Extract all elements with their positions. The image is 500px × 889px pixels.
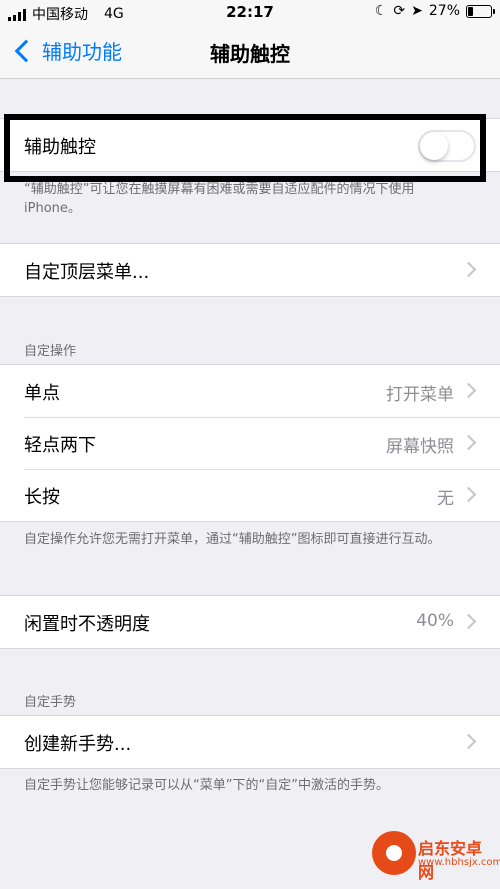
location-icon: ➤ [411,3,423,19]
custom-gestures-group: 创建新手势... [0,715,500,769]
chevron-right-icon [460,261,477,278]
long-press-value: 无 [437,489,454,509]
double-tap-row[interactable]: 轻点两下 屏幕快照 [0,417,500,469]
custom-actions-footer: 自定操作允许您无需打开菜单，通过“辅助触控”图标即可直接进行互动。 [24,532,441,547]
battery-percent: 27% [428,3,460,19]
single-tap-value: 打开菜单 [386,385,454,405]
nav-bar: 辅助功能 辅助触控 [0,26,500,79]
moon-icon: ☾ [374,3,388,19]
chevron-right-icon [460,613,477,630]
custom-gestures-footer: 自定手势让您能够记录可以从“菜单”下的“自定”中激活的手势。 [24,778,389,793]
idle-opacity-group: 闲置时不透明度 40% [0,595,500,649]
custom-gestures-header: 自定手势 [24,695,77,710]
idle-opacity-value: 40% [416,611,454,631]
page-title: 辅助触控 [210,42,290,66]
long-press-row[interactable]: 长按 无 [0,469,500,521]
watermark-icon [372,831,416,875]
chevron-right-icon [460,733,477,750]
customize-top-menu-label: 自定顶层菜单... [24,262,150,283]
customize-top-menu-row[interactable]: 自定顶层菜单... [0,244,500,296]
chevron-right-icon [460,486,477,503]
battery-icon [466,4,495,18]
battery-fill [468,6,473,16]
status-bar: 中国移动 4G 22:17 ☾ ⟳ ➤ 27% [0,0,500,26]
watermark-logo: 启东安卓网 www.hbhsjx.com [366,813,500,883]
create-gesture-row[interactable]: 创建新手势... [0,716,500,768]
chevron-right-icon [460,382,477,399]
custom-actions-header: 自定操作 [24,344,77,359]
top-menu-group: 自定顶层菜单... [0,243,500,297]
idle-opacity-row[interactable]: 闲置时不透明度 40% [0,596,500,648]
highlight-box [4,114,486,182]
watermark-url: www.hbhsjx.com [418,857,500,868]
status-right: ☾ ⟳ ➤ 27% [374,3,495,19]
long-press-label: 长按 [24,487,60,508]
chevron-right-icon [460,434,477,451]
double-tap-value: 屏幕快照 [386,437,454,457]
idle-opacity-label: 闲置时不透明度 [24,614,150,635]
custom-actions-group: 单点 打开菜单 轻点两下 屏幕快照 长按 无 [0,364,500,522]
create-gesture-label: 创建新手势... [24,734,132,755]
single-tap-row[interactable]: 单点 打开菜单 [0,365,500,417]
single-tap-label: 单点 [24,383,60,404]
assistive-touch-description: “辅助触控”可让您在触摸屏幕有困难或需要自适应配件的情况下使用 iPhone。 [24,182,415,216]
double-tap-label: 轻点两下 [24,435,96,456]
lock-rotation-icon: ⟳ [393,3,406,19]
